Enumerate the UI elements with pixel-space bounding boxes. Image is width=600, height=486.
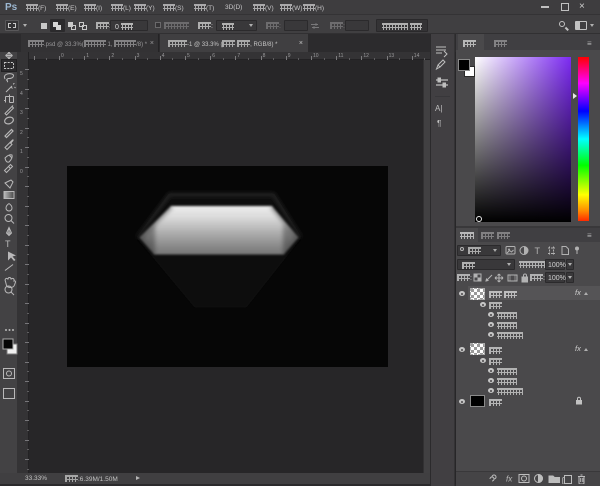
svg-text:T: T [5, 239, 11, 249]
svg-text:T: T [535, 246, 541, 256]
svg-text:fx: fx [506, 475, 513, 484]
svg-text:¶: ¶ [437, 119, 441, 128]
svg-text:A|: A| [435, 104, 442, 113]
